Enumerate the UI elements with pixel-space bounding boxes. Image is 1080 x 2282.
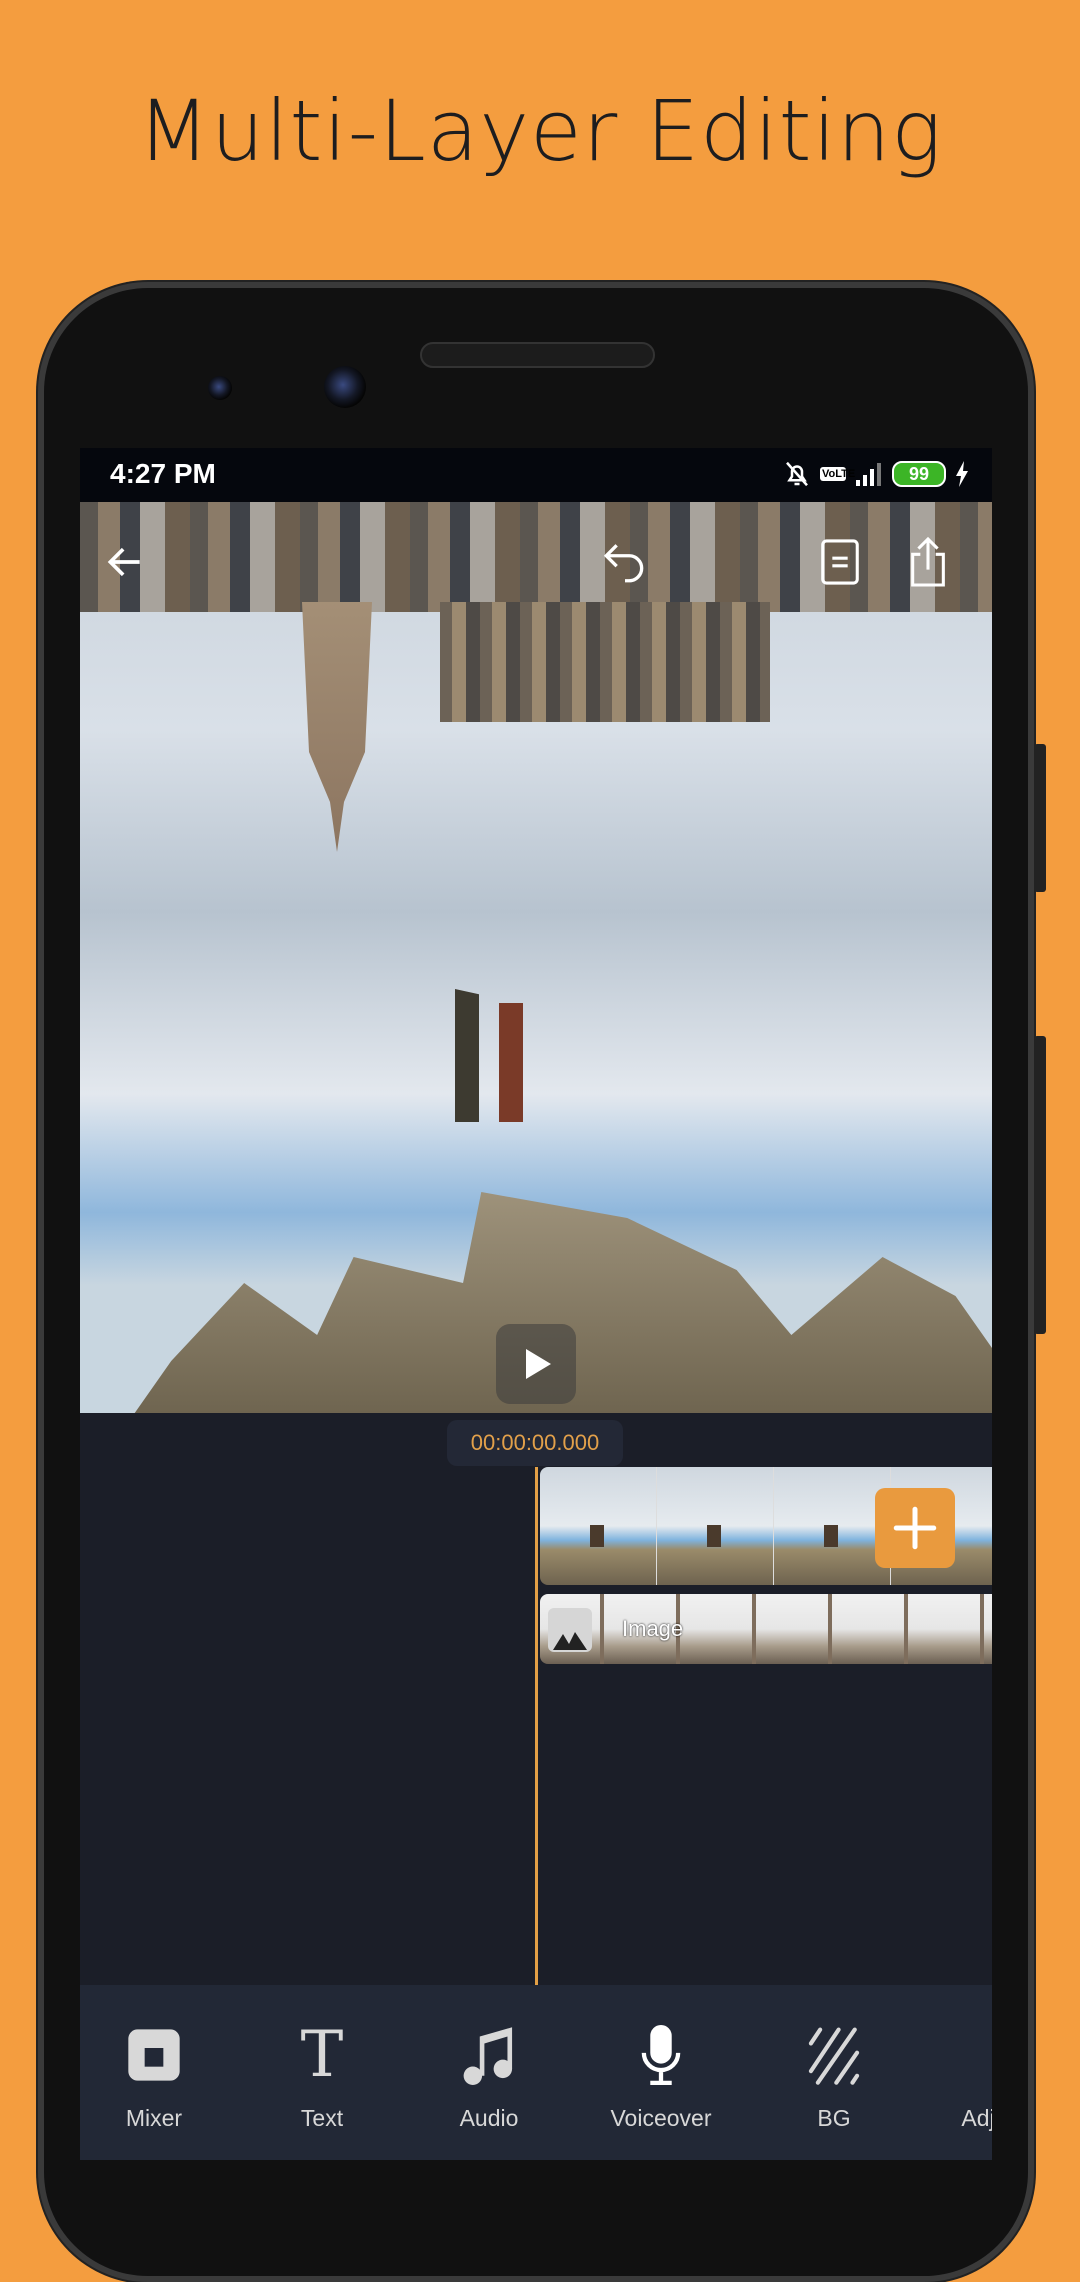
video-frame: [774, 1467, 891, 1585]
tool-bg[interactable]: BG: [764, 2025, 904, 2132]
timecode: 00:00:00.000: [447, 1420, 623, 1466]
layers-button[interactable]: [810, 532, 870, 592]
camera-sensor: [208, 376, 232, 400]
playhead[interactable]: [535, 1467, 538, 1987]
app-screen: 4:27 PM VoLTE 99 00:00:00.000 Image Mixe…: [80, 448, 992, 2160]
bell-muted-icon: [786, 461, 808, 487]
image-icon: [548, 1608, 592, 1652]
status-bar: 4:27 PM VoLTE 99: [80, 448, 992, 502]
video-frame: [540, 1467, 657, 1585]
layers-icon: [821, 539, 859, 585]
tool-voiceover[interactable]: Voiceover: [591, 2025, 731, 2132]
phone-button-volume: [1034, 1036, 1046, 1334]
export-icon: [911, 536, 945, 587]
back-button[interactable]: [95, 532, 155, 592]
signal-icon: [856, 463, 881, 486]
text-icon: T: [300, 2018, 344, 2092]
add-clip-button[interactable]: [875, 1488, 955, 1568]
image-layer-track[interactable]: Image: [540, 1594, 992, 1664]
front-camera: [324, 366, 366, 408]
microphone-icon: [641, 2025, 681, 2085]
mixer-icon: [128, 2029, 180, 2081]
charging-icon: [956, 461, 968, 487]
battery-icon: 99: [892, 461, 946, 487]
undo-icon: [603, 544, 644, 583]
image-layer-label: Image: [622, 1616, 684, 1641]
empire-state-building: [302, 602, 372, 852]
earpiece: [420, 342, 655, 368]
tool-audio[interactable]: Audio: [419, 2025, 559, 2132]
status-time: 4:27 PM: [110, 458, 216, 489]
play-icon: [526, 1349, 551, 1379]
export-button[interactable]: [898, 532, 958, 592]
music-note-icon: [463, 2027, 513, 2085]
video-frame: [657, 1467, 774, 1585]
hikers: [455, 989, 523, 1122]
background-icon: [808, 2027, 860, 2085]
back-icon: [107, 547, 140, 577]
undo-button[interactable]: [595, 532, 655, 592]
tool-mixer[interactable]: Mixer: [84, 2025, 224, 2132]
volte-icon: VoLTE: [820, 467, 856, 481]
plus-icon: [893, 1506, 937, 1550]
headline: Multi-Layer Editing: [137, 82, 943, 180]
play-button[interactable]: [496, 1324, 576, 1404]
tool-adjust[interactable]: ⋮ Adj: [908, 2025, 992, 2132]
video-preview[interactable]: [80, 502, 992, 1413]
bottom-toolbar: Mixer T Text Audio Voiceover BG ⋮ Adj: [80, 1985, 992, 2160]
phone-button-power: [1034, 744, 1046, 892]
tool-text[interactable]: T Text: [252, 2018, 392, 2132]
